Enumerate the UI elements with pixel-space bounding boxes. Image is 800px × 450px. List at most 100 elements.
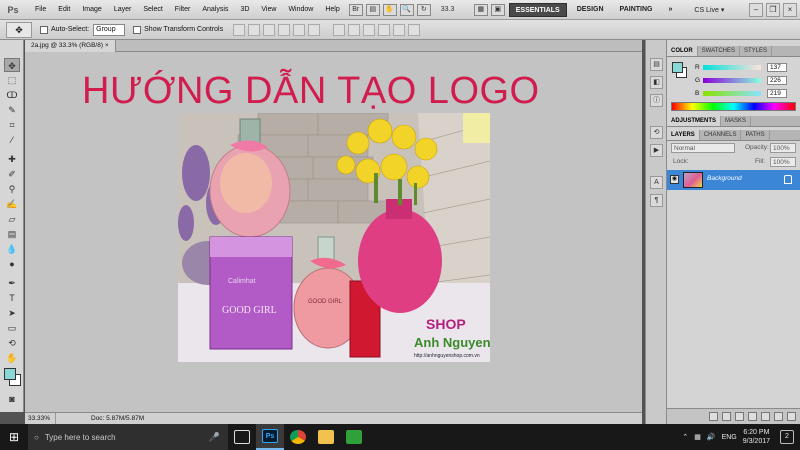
menu-filter[interactable]: Filter bbox=[169, 0, 197, 20]
align-hcenter-icon[interactable] bbox=[293, 23, 306, 36]
green-slider[interactable] bbox=[703, 77, 761, 83]
paragraph-panel-icon[interactable]: ¶ bbox=[650, 194, 663, 207]
document-tab[interactable]: 2a.jpg @ 33.3% (RGB/8) × bbox=[25, 40, 116, 52]
move-tool-preset-icon[interactable]: ✥ bbox=[6, 21, 32, 38]
crop-tool-icon[interactable]: ⌗ bbox=[4, 118, 20, 132]
new-group-icon[interactable] bbox=[761, 412, 770, 421]
align-right-icon[interactable] bbox=[308, 23, 321, 36]
screen-mode-icon[interactable]: ▣ bbox=[490, 3, 505, 16]
menu-file[interactable]: File bbox=[29, 0, 52, 20]
menu-help[interactable]: Help bbox=[319, 0, 345, 20]
marquee-tool-icon[interactable]: ⬚ bbox=[4, 73, 20, 87]
workspace-painting[interactable]: PAINTING bbox=[614, 3, 659, 17]
new-layer-icon[interactable] bbox=[774, 412, 783, 421]
blue-slider[interactable] bbox=[703, 90, 761, 96]
type-tool-icon[interactable]: T bbox=[4, 291, 20, 305]
status-doc-size[interactable]: Doc: 5.87M/5.87M bbox=[91, 413, 144, 424]
distribute-right-icon[interactable] bbox=[408, 23, 421, 36]
close-icon[interactable]: × bbox=[783, 2, 797, 17]
tab-channels[interactable]: CHANNELS bbox=[700, 130, 742, 140]
delete-layer-icon[interactable] bbox=[787, 412, 796, 421]
opacity-field[interactable]: 100% bbox=[770, 143, 796, 153]
tab-paths[interactable]: PATHS bbox=[741, 130, 770, 140]
distribute-bottom-icon[interactable] bbox=[363, 23, 376, 36]
workspace-design[interactable]: DESIGN bbox=[571, 3, 610, 17]
menu-window[interactable]: Window bbox=[282, 0, 319, 20]
distribute-hcenter-icon[interactable] bbox=[393, 23, 406, 36]
status-zoom[interactable]: 33.33% bbox=[28, 413, 56, 424]
lasso-tool-icon[interactable]: ↀ bbox=[4, 88, 20, 102]
tab-layers[interactable]: LAYERS bbox=[667, 130, 700, 140]
history-panel-icon[interactable]: ⟲ bbox=[650, 126, 663, 139]
clock[interactable]: 6:20 PM 9/3/2017 bbox=[743, 428, 770, 446]
bridge-icon[interactable]: Br bbox=[348, 3, 363, 16]
tab-masks[interactable]: MASKS bbox=[721, 116, 752, 126]
brush-tool-icon[interactable]: ✐ bbox=[4, 167, 20, 181]
taskbar-photoshop[interactable]: Ps bbox=[256, 424, 284, 450]
red-slider[interactable] bbox=[703, 64, 761, 70]
language-indicator[interactable]: ENG bbox=[722, 434, 737, 441]
color-spectrum-bar[interactable] bbox=[671, 102, 796, 111]
auto-select-checkbox[interactable] bbox=[40, 25, 48, 34]
restore-icon[interactable]: ❐ bbox=[766, 2, 780, 17]
mini-bridge-panel-icon[interactable]: ▤ bbox=[650, 58, 663, 71]
3d-rotate-tool-icon[interactable]: ⟲ bbox=[4, 336, 20, 350]
blur-tool-icon[interactable]: 💧 bbox=[4, 242, 20, 256]
move-tool-icon[interactable]: ✥ bbox=[4, 58, 20, 72]
quick-select-tool-icon[interactable]: ✎ bbox=[4, 103, 20, 117]
green-value-field[interactable]: 226 bbox=[767, 75, 787, 85]
mini-bridge-icon[interactable]: ▤ bbox=[365, 3, 380, 16]
adjustment-layer-icon[interactable] bbox=[748, 412, 757, 421]
tab-color[interactable]: COLOR bbox=[667, 46, 698, 56]
camtasia-icon[interactable] bbox=[340, 424, 368, 450]
distribute-top-icon[interactable] bbox=[333, 23, 346, 36]
hand-tool-icon[interactable]: ✋ bbox=[382, 3, 397, 16]
zoom-tool-icon[interactable]: 🔍 bbox=[399, 3, 414, 16]
tab-adjustments[interactable]: ADJUSTMENTS bbox=[667, 116, 722, 126]
character-panel-icon[interactable]: A bbox=[650, 176, 663, 189]
microphone-icon[interactable]: 🎤 bbox=[209, 432, 220, 443]
color-panel-foreground-swatch[interactable] bbox=[672, 62, 683, 73]
shape-tool-icon[interactable]: ▭ bbox=[4, 321, 20, 335]
healing-brush-tool-icon[interactable]: ✚ bbox=[4, 152, 20, 166]
distribute-vcenter-icon[interactable] bbox=[348, 23, 361, 36]
volume-icon[interactable]: 🔊 bbox=[707, 433, 716, 441]
rotate-view-icon[interactable]: ↻ bbox=[416, 3, 431, 16]
file-explorer-icon[interactable] bbox=[312, 424, 340, 450]
menu-layer[interactable]: Layer bbox=[108, 0, 138, 20]
align-bottom-icon[interactable] bbox=[263, 23, 276, 36]
layer-style-icon[interactable] bbox=[722, 412, 731, 421]
workspace-more[interactable]: » bbox=[662, 3, 678, 17]
arrange-documents-icon[interactable]: ▦ bbox=[473, 3, 488, 16]
clone-stamp-tool-icon[interactable]: ⚲ bbox=[4, 182, 20, 196]
foreground-color-swatch[interactable] bbox=[4, 368, 16, 380]
windows-start-icon[interactable]: ⊞ bbox=[0, 424, 28, 450]
workspace-essentials[interactable]: ESSENTIALS bbox=[508, 2, 567, 17]
network-icon[interactable]: ▦ bbox=[694, 433, 701, 441]
align-left-icon[interactable] bbox=[278, 23, 291, 36]
tray-up-arrow-icon[interactable]: ⌃ bbox=[682, 433, 688, 441]
zoom-level[interactable]: 33.3 bbox=[441, 6, 471, 13]
eye-visibility-icon[interactable]: ◉ bbox=[670, 175, 679, 184]
eraser-tool-icon[interactable]: ▱ bbox=[4, 212, 20, 226]
navigator-panel-icon[interactable]: ◧ bbox=[650, 76, 663, 89]
link-layers-icon[interactable] bbox=[709, 412, 718, 421]
menu-select[interactable]: Select bbox=[137, 0, 168, 20]
eyedropper-tool-icon[interactable]: ⁄ bbox=[4, 133, 20, 147]
history-brush-tool-icon[interactable]: ✍ bbox=[4, 197, 20, 211]
action-center-icon[interactable]: 2 bbox=[780, 430, 794, 444]
chrome-icon[interactable] bbox=[284, 424, 312, 450]
actions-panel-icon[interactable]: ▶ bbox=[650, 144, 663, 157]
menu-3d[interactable]: 3D bbox=[234, 0, 255, 20]
menu-view[interactable]: View bbox=[255, 0, 282, 20]
fill-field[interactable]: 100% bbox=[770, 157, 796, 167]
gradient-tool-icon[interactable]: ▤ bbox=[4, 227, 20, 241]
tab-swatches[interactable]: SWATCHES bbox=[698, 46, 741, 56]
blend-mode-dropdown[interactable]: Normal bbox=[671, 143, 735, 153]
layer-row-background[interactable]: ◉ Background bbox=[667, 170, 800, 190]
pen-tool-icon[interactable]: ✒ bbox=[4, 276, 20, 290]
menu-image[interactable]: Image bbox=[76, 0, 107, 20]
align-vcenter-icon[interactable] bbox=[248, 23, 261, 36]
distribute-left-icon[interactable] bbox=[378, 23, 391, 36]
blue-value-field[interactable]: 219 bbox=[767, 88, 787, 98]
